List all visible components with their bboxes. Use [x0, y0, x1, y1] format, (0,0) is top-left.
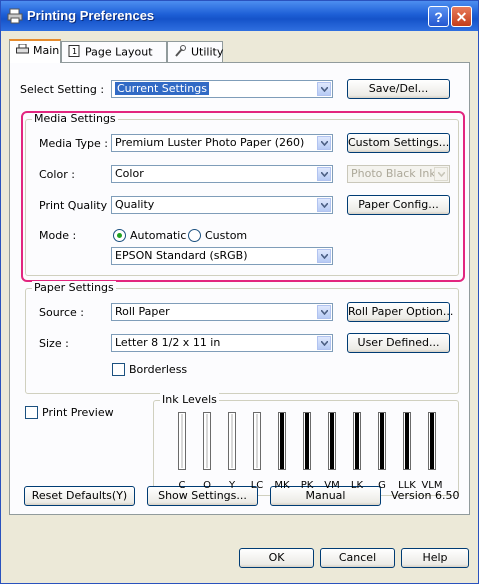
automatic-radio[interactable]: [113, 229, 126, 242]
ink-empty-strip: [231, 414, 233, 468]
tab-utility[interactable]: Utility: [167, 41, 223, 62]
printing-preferences-window: Printing Preferences ? ✕ Main 1 Page Layo…: [0, 0, 479, 584]
chevron-down-icon: [317, 82, 331, 96]
ink-label-lc: LC: [250, 480, 264, 491]
ink-fill-vm: [330, 413, 334, 469]
mode-dropdown[interactable]: EPSON Standard (sRGB): [111, 247, 333, 265]
tab-main[interactable]: Main: [9, 39, 61, 63]
ink-label-llk: LLK: [398, 480, 416, 491]
printer-icon: [7, 8, 23, 24]
chevron-down-icon: [317, 167, 331, 181]
paper-settings-title: Paper Settings: [32, 281, 116, 294]
ink-bar-lc: [253, 412, 261, 470]
ink-label-vm: VM: [324, 480, 340, 491]
size-value: Letter 8 1/2 x 11 in: [115, 336, 221, 349]
print-preview-label[interactable]: Print Preview: [42, 406, 114, 419]
ink-bar-lk: [353, 412, 361, 470]
ink-fill-g: [380, 413, 384, 469]
print-quality-label: Print Quality :: [39, 199, 115, 212]
borderless-label[interactable]: Borderless: [129, 363, 187, 376]
ink-bar-c: [178, 412, 186, 470]
ink-fill-lk: [355, 413, 359, 469]
ink-bar-mk: [278, 412, 286, 470]
ink-bar-llk: [403, 412, 411, 470]
ink-fill-mk: [280, 413, 284, 469]
custom-radio-label[interactable]: Custom: [205, 229, 247, 242]
borderless-checkbox[interactable]: [112, 363, 125, 376]
black-ink-value: Photo Black Ink: [351, 167, 436, 180]
ink-fill-vlm: [430, 413, 434, 469]
source-dropdown[interactable]: Roll Paper: [111, 303, 333, 321]
source-label: Source :: [39, 306, 84, 319]
size-label: Size :: [39, 337, 69, 350]
ink-label-y: Y: [228, 480, 236, 491]
color-value: Color: [115, 167, 144, 180]
help-button[interactable]: Help: [401, 548, 469, 568]
color-dropdown[interactable]: Color: [111, 165, 333, 183]
ink-label-pk: PK: [300, 480, 314, 491]
custom-radio[interactable]: [188, 229, 201, 242]
window-title: Printing Preferences: [27, 8, 155, 23]
chevron-down-icon: [317, 249, 331, 263]
mode-value: EPSON Standard (sRGB): [115, 249, 248, 262]
print-quality-value: Quality: [115, 198, 155, 211]
chevron-down-icon: [317, 198, 331, 212]
chevron-down-icon: [317, 305, 331, 319]
ink-label-c: C: [178, 480, 186, 491]
automatic-radio-label[interactable]: Automatic: [130, 229, 186, 242]
media-type-value: Premium Luster Photo Paper (260): [115, 136, 305, 149]
mode-label: Mode :: [39, 229, 77, 242]
ink-levels-title: Ink Levels: [160, 393, 219, 406]
ink-bar-g: [378, 412, 386, 470]
title-bar[interactable]: Printing Preferences ? ✕: [1, 1, 478, 31]
media-type-label: Media Type :: [39, 137, 109, 150]
ink-bar-o: [203, 412, 211, 470]
roll-paper-option-button[interactable]: Roll Paper Option...: [347, 302, 453, 322]
select-setting-label: Select Setting :: [20, 83, 105, 96]
svg-text:1: 1: [72, 47, 77, 56]
help-title-button[interactable]: ?: [428, 6, 449, 27]
select-setting-dropdown[interactable]: Current Settings: [111, 80, 333, 98]
ink-empty-strip: [206, 414, 208, 468]
ink-bar-y: [228, 412, 236, 470]
tab-page-layout-label: Page Layout: [85, 45, 153, 59]
tab-page-layout[interactable]: 1 Page Layout: [61, 41, 167, 62]
media-type-dropdown[interactable]: Premium Luster Photo Paper (260): [111, 134, 333, 152]
reset-defaults-button[interactable]: Reset Defaults(Y): [24, 486, 135, 506]
chevron-down-icon: [434, 167, 448, 181]
select-setting-value: Current Settings: [115, 82, 209, 95]
ink-bar-vm: [328, 412, 336, 470]
save-del-button[interactable]: Save/Del...: [347, 79, 450, 99]
ink-label-o: O: [203, 480, 211, 491]
ink-label-mk: MK: [274, 480, 290, 491]
source-value: Roll Paper: [115, 305, 170, 318]
tab-main-label: Main: [33, 44, 60, 57]
custom-settings-button[interactable]: Custom Settings...: [347, 133, 450, 153]
page-icon: 1: [68, 45, 82, 60]
user-defined-button[interactable]: User Defined...: [347, 333, 450, 353]
black-ink-dropdown: Photo Black Ink: [347, 165, 450, 183]
ok-button[interactable]: OK: [239, 548, 314, 568]
ink-empty-strip: [256, 414, 258, 468]
ink-empty-strip: [181, 414, 183, 468]
close-title-button[interactable]: ✕: [451, 6, 472, 27]
printer-icon: [16, 43, 30, 58]
cancel-button[interactable]: Cancel: [320, 548, 395, 568]
ink-fill-llk: [405, 413, 409, 469]
paper-config-button[interactable]: Paper Config...: [347, 195, 450, 215]
ink-label-g: G: [378, 480, 386, 491]
ink-bar-vlm: [428, 412, 436, 470]
ink-fill-pk: [305, 413, 309, 469]
ink-label-lk: LK: [350, 480, 364, 491]
chevron-down-icon: [317, 336, 331, 350]
size-dropdown[interactable]: Letter 8 1/2 x 11 in: [111, 334, 333, 352]
print-quality-dropdown[interactable]: Quality: [111, 196, 333, 214]
wrench-icon: [174, 45, 188, 60]
color-label: Color :: [39, 168, 75, 181]
tab-utility-label: Utility: [191, 45, 224, 59]
print-preview-checkbox[interactable]: [25, 406, 38, 419]
ink-label-vlm: VLM: [421, 480, 443, 491]
ink-bar-pk: [303, 412, 311, 470]
chevron-down-icon: [317, 136, 331, 150]
